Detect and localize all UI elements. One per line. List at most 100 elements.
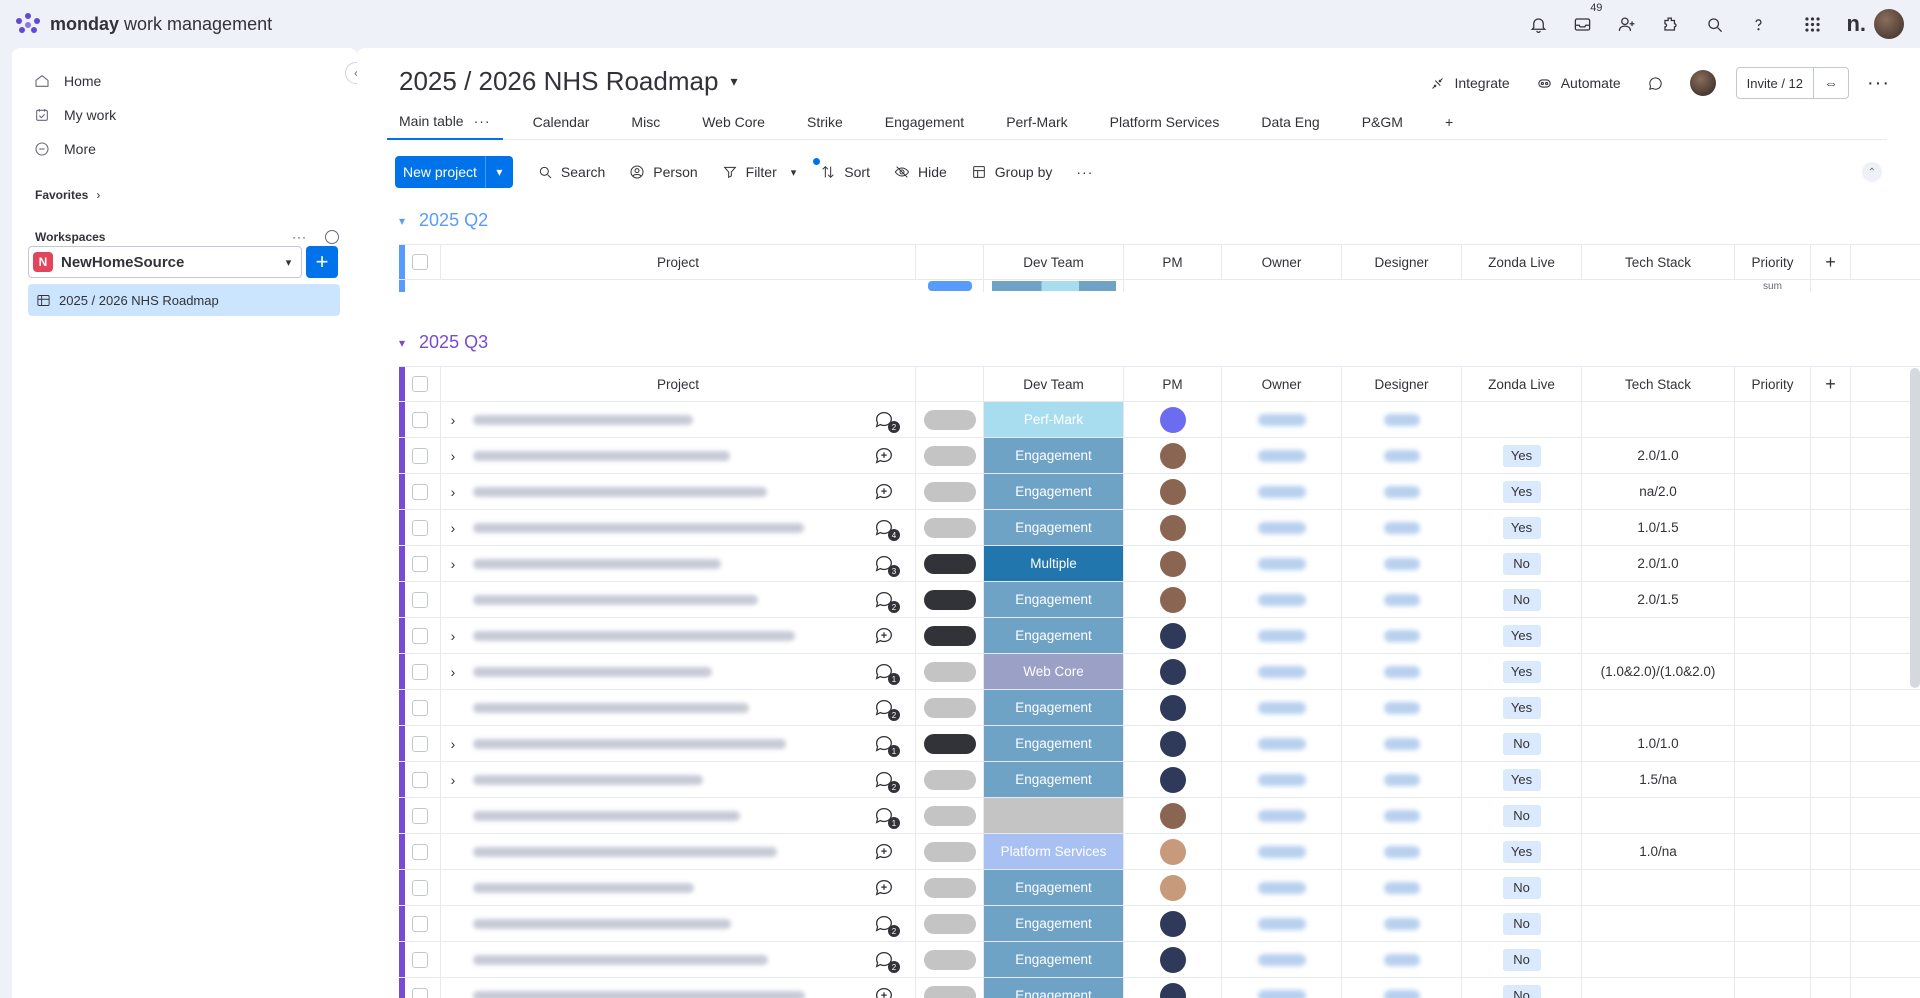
designer-name-redacted[interactable] xyxy=(1383,953,1420,966)
zonda-live-tag[interactable]: No xyxy=(1502,732,1541,755)
vertical-scrollbar[interactable] xyxy=(1910,368,1920,688)
pm-avatar[interactable] xyxy=(1159,910,1186,937)
tech-stack-cell[interactable] xyxy=(1582,690,1735,725)
status-pill[interactable] xyxy=(923,445,976,466)
priority-cell[interactable] xyxy=(1735,582,1811,617)
priority-cell[interactable] xyxy=(1735,546,1811,581)
updates-icon[interactable]: 2 xyxy=(873,589,900,613)
expand-subitems-icon[interactable]: › xyxy=(441,484,465,500)
priority-cell[interactable] xyxy=(1735,870,1811,905)
workspace-selector[interactable]: N NewHomeSource ▾ xyxy=(28,246,303,278)
zonda-live-tag[interactable]: Yes xyxy=(1502,840,1541,863)
column-header-tech-stack[interactable]: Tech Stack xyxy=(1582,367,1735,401)
pm-avatar[interactable] xyxy=(1159,406,1186,433)
add-column-icon[interactable]: + xyxy=(1811,367,1851,401)
tech-stack-cell[interactable] xyxy=(1582,798,1735,833)
zonda-live-tag[interactable]: Yes xyxy=(1502,516,1541,539)
table-row[interactable]: Engagement No xyxy=(399,870,1920,906)
account-brand-logo[interactable]: n. xyxy=(1846,11,1866,37)
select-all-checkbox[interactable] xyxy=(411,254,428,270)
designer-name-redacted[interactable] xyxy=(1383,629,1420,642)
pm-avatar[interactable] xyxy=(1159,694,1186,721)
project-name-redacted[interactable] xyxy=(473,738,786,749)
updates-icon[interactable] xyxy=(873,841,897,863)
owner-name-redacted[interactable] xyxy=(1257,809,1306,822)
column-header-pm[interactable]: PM xyxy=(1124,245,1222,279)
table-row[interactable]: 2 Engagement No xyxy=(399,942,1920,978)
row-checkbox[interactable] xyxy=(411,771,428,788)
project-name-redacted[interactable] xyxy=(473,774,703,785)
column-header-zonda-live[interactable]: Zonda Live xyxy=(1462,245,1582,279)
status-pill[interactable] xyxy=(923,949,976,970)
pm-avatar[interactable] xyxy=(1159,838,1186,865)
zonda-live-tag[interactable]: Yes xyxy=(1502,660,1541,683)
invite-button[interactable]: Invite / 12 ⇔ xyxy=(1735,67,1850,99)
dev-team-cell[interactable]: Platform Services xyxy=(984,834,1124,869)
row-checkbox[interactable] xyxy=(411,807,428,824)
designer-name-redacted[interactable] xyxy=(1383,917,1420,930)
apps-puzzle-icon[interactable] xyxy=(1654,8,1686,40)
dev-team-cell[interactable]: Engagement xyxy=(984,690,1124,725)
owner-name-redacted[interactable] xyxy=(1257,413,1306,426)
tab-misc[interactable]: Misc xyxy=(619,104,672,140)
board-owner-avatar[interactable] xyxy=(1689,70,1716,96)
select-all-checkbox[interactable] xyxy=(411,376,428,392)
project-name-redacted[interactable] xyxy=(473,810,740,821)
priority-cell[interactable] xyxy=(1735,942,1811,977)
project-name-redacted[interactable] xyxy=(473,594,758,605)
tech-stack-cell[interactable] xyxy=(1582,942,1735,977)
designer-name-redacted[interactable] xyxy=(1383,701,1420,714)
column-header-dev-team[interactable]: Dev Team xyxy=(984,367,1124,401)
zonda-live-tag[interactable]: Yes xyxy=(1502,768,1541,791)
status-pill[interactable] xyxy=(923,769,976,790)
owner-name-redacted[interactable] xyxy=(1257,485,1306,498)
pm-avatar[interactable] xyxy=(1159,478,1186,505)
tech-stack-cell[interactable] xyxy=(1582,870,1735,905)
row-checkbox[interactable] xyxy=(411,411,428,428)
pm-avatar[interactable] xyxy=(1159,442,1186,469)
column-header-dev-team[interactable]: Dev Team xyxy=(984,245,1124,279)
dev-team-cell[interactable]: Engagement xyxy=(984,942,1124,977)
row-checkbox[interactable] xyxy=(411,591,428,608)
workspace-more-icon[interactable]: ··· xyxy=(292,230,307,244)
table-row[interactable]: › 1 Engagement No 1.0/1.0 xyxy=(399,726,1920,762)
status-pill[interactable] xyxy=(923,589,976,610)
column-header-tech-stack[interactable]: Tech Stack xyxy=(1582,245,1735,279)
expand-subitems-icon[interactable]: › xyxy=(441,628,465,644)
column-header-priority[interactable]: Priority xyxy=(1735,245,1811,279)
updates-icon[interactable]: 2 xyxy=(873,769,900,793)
designer-name-redacted[interactable] xyxy=(1383,845,1420,858)
automate-button[interactable]: Automate xyxy=(1536,75,1621,92)
tab-pgm[interactable]: P&GM xyxy=(1350,104,1415,140)
table-row[interactable]: 1 No xyxy=(399,798,1920,834)
tab-perf-mark[interactable]: Perf-Mark xyxy=(994,104,1079,140)
row-checkbox[interactable] xyxy=(411,447,428,464)
updates-icon[interactable] xyxy=(873,985,897,998)
row-checkbox[interactable] xyxy=(411,735,428,752)
table-row[interactable]: › 1 Web Core Yes (1.0&2.0)/(1.0&2.0) xyxy=(399,654,1920,690)
status-pill[interactable] xyxy=(923,481,976,502)
row-checkbox[interactable] xyxy=(411,987,428,998)
search-button[interactable]: Search xyxy=(537,164,605,180)
zonda-live-tag[interactable]: No xyxy=(1502,804,1541,827)
project-name-redacted[interactable] xyxy=(473,558,721,569)
project-name-redacted[interactable] xyxy=(473,882,694,893)
priority-cell[interactable] xyxy=(1735,762,1811,797)
app-grid-icon[interactable] xyxy=(1796,8,1828,40)
help-icon[interactable] xyxy=(1742,8,1774,40)
status-pill[interactable] xyxy=(923,517,976,538)
inbox-icon[interactable]: 49 xyxy=(1566,2,1602,40)
column-header-owner[interactable]: Owner xyxy=(1222,367,1342,401)
updates-icon[interactable]: 1 xyxy=(873,733,900,757)
dev-team-cell[interactable] xyxy=(984,798,1124,833)
tech-stack-cell[interactable]: 1.5/na xyxy=(1582,762,1735,797)
row-checkbox[interactable] xyxy=(411,879,428,896)
row-checkbox[interactable] xyxy=(411,483,428,500)
expand-subitems-icon[interactable]: › xyxy=(441,448,465,464)
sidebar-item-home[interactable]: Home xyxy=(12,64,357,98)
updates-icon[interactable]: 2 xyxy=(873,913,900,937)
expand-subitems-icon[interactable]: › xyxy=(441,556,465,572)
user-avatar[interactable] xyxy=(1874,9,1904,39)
pm-avatar[interactable] xyxy=(1159,658,1186,685)
pm-avatar[interactable] xyxy=(1159,802,1186,829)
